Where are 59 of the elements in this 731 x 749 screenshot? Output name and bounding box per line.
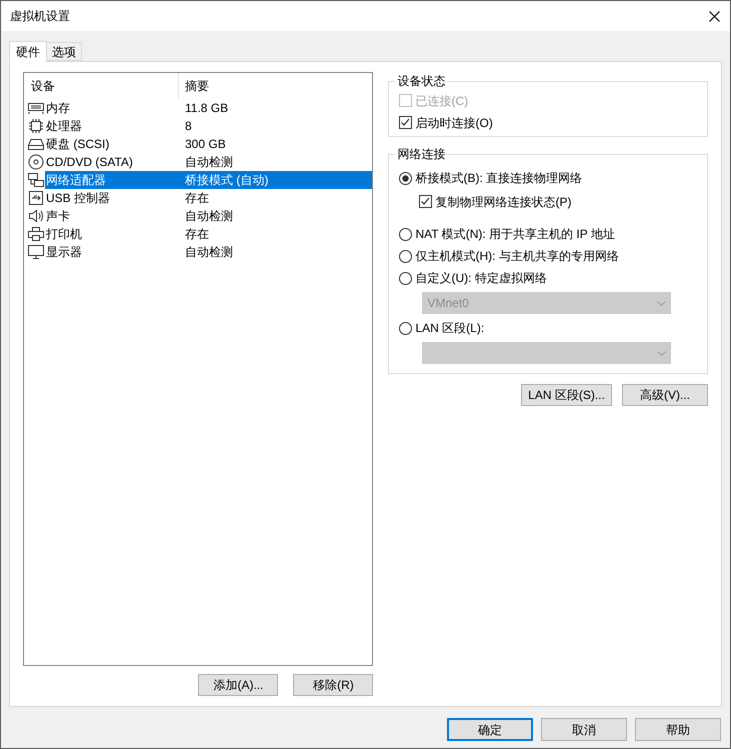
device-name[interactable]: USB 控制器	[45, 189, 179, 207]
column-header[interactable]: 设备	[24, 73, 179, 98]
radio-label: 桥接模式(B): 直接连接物理网络	[415, 170, 582, 187]
radio-button[interactable]	[399, 172, 412, 184]
device-summary[interactable]: 存在	[179, 189, 372, 207]
button[interactable]: 添加(A)...	[198, 674, 278, 696]
button[interactable]: LAN 区段(S)...	[521, 384, 612, 406]
device-name[interactable]: 内存	[45, 99, 179, 117]
radio-button[interactable]	[399, 228, 412, 240]
tab[interactable]: 选项	[47, 42, 82, 61]
button[interactable]: 确定	[447, 718, 533, 741]
network-icon	[28, 172, 44, 188]
usb-icon	[28, 190, 44, 206]
button[interactable]: 高级(V)...	[622, 384, 708, 406]
radio-button[interactable]	[399, 322, 412, 334]
device-name[interactable]: 显示器	[45, 243, 179, 261]
device-summary[interactable]: 桥接模式 (自动)	[179, 171, 372, 189]
chip-icon	[28, 118, 44, 134]
radio-button[interactable]	[399, 250, 412, 262]
radio-label: 仅主机模式(H): 与主机共享的专用网络	[415, 248, 619, 265]
device-summary[interactable]: 11.8 GB	[179, 99, 372, 117]
button[interactable]: 移除(R)	[293, 674, 374, 696]
checkbox[interactable]	[419, 195, 432, 208]
device-name[interactable]: 硬盘 (SCSI)	[45, 135, 179, 153]
device-name[interactable]: 网络适配器	[45, 171, 179, 189]
tab[interactable]: 硬件	[9, 41, 47, 62]
checkbox-label: 复制物理网络连接状态(P)	[435, 194, 572, 210]
window-title: 虚拟机设置	[10, 8, 70, 25]
disk-drive-icon	[28, 136, 44, 152]
group-title: 设备状态	[396, 73, 446, 90]
device-name[interactable]: CD/DVD (SATA)	[45, 153, 179, 171]
device-summary[interactable]: 自动检测	[179, 243, 372, 261]
printer-icon	[28, 226, 44, 242]
radio-label: NAT 模式(N): 用于共享主机的 IP 地址	[415, 226, 615, 243]
disc-icon	[28, 154, 44, 170]
checkbox[interactable]	[399, 116, 412, 129]
radio-label: 自定义(U): 特定虚拟网络	[415, 270, 547, 287]
radio-label: LAN 区段(L):	[415, 320, 484, 337]
speaker-icon	[28, 208, 44, 224]
group-title: 网络连接	[396, 146, 446, 163]
device-name[interactable]: 处理器	[45, 117, 179, 135]
chevron-down-icon	[657, 350, 666, 356]
radio-button[interactable]	[399, 272, 412, 284]
memory-icon	[28, 100, 44, 116]
device-summary[interactable]: 存在	[179, 225, 372, 243]
chevron-down-icon	[657, 300, 666, 306]
close-icon	[708, 10, 720, 22]
device-summary[interactable]: 8	[179, 117, 372, 135]
checkbox-label: 已连接(C)	[415, 92, 468, 110]
device-summary[interactable]: 300 GB	[179, 135, 372, 153]
column-header[interactable]: 摘要	[179, 73, 372, 98]
button[interactable]: 帮助	[635, 718, 721, 741]
device-name[interactable]: 声卡	[45, 207, 179, 225]
device-summary[interactable]: 自动检测	[179, 207, 372, 225]
device-summary[interactable]: 自动检测	[179, 153, 372, 171]
button[interactable]: 取消	[541, 718, 627, 741]
device-name[interactable]: 打印机	[45, 225, 179, 243]
checkbox-label: 启动时连接(O)	[415, 114, 493, 132]
monitor-icon	[28, 244, 44, 260]
